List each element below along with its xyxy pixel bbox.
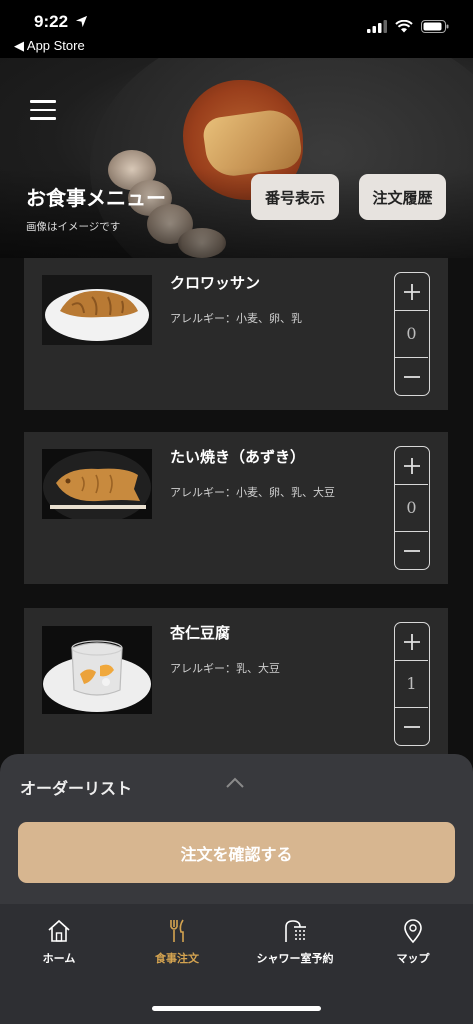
number-display-button[interactable]: 番号表示	[251, 174, 339, 220]
confirm-order-button[interactable]: 注文を確認する	[18, 822, 455, 883]
tab-food-order[interactable]: 食事注文	[122, 918, 232, 966]
minus-icon	[403, 725, 420, 728]
map-pin-icon	[404, 919, 422, 944]
plus-icon	[403, 283, 420, 300]
increase-button[interactable]	[395, 623, 428, 661]
croissant-image	[42, 275, 152, 345]
minus-icon	[403, 375, 420, 378]
menu-item-card: 杏仁豆腐 アレルギー：乳、大豆 1	[24, 608, 448, 760]
shower-icon	[285, 920, 306, 942]
decrease-button[interactable]	[395, 531, 428, 569]
tab-label: マップ	[396, 952, 430, 965]
tab-map[interactable]: マップ	[358, 918, 468, 966]
quantity-stepper: 0	[394, 446, 430, 570]
page-title: お食事メニュー	[26, 186, 166, 210]
quantity-value: 0	[406, 324, 417, 343]
image-disclaimer: 画像はイメージです	[26, 221, 121, 233]
menu-item-card: クロワッサン アレルギー：小麦、卵、乳 0	[24, 258, 448, 410]
menu-item-allergy: アレルギー：小麦、卵、乳	[170, 312, 302, 325]
plus-icon	[403, 457, 420, 474]
fork-knife-icon	[170, 919, 184, 942]
back-to-app-store[interactable]: ◀ App Store	[14, 38, 85, 54]
order-history-button[interactable]: 注文履歴	[359, 174, 446, 220]
menu-item-allergy: アレルギー：乳、大豆	[170, 662, 280, 675]
taiyaki-image	[42, 449, 152, 519]
increase-button[interactable]	[395, 447, 428, 485]
status-icons	[367, 20, 449, 33]
menu-list[interactable]: クロワッサン アレルギー：小麦、卵、乳 0 たい焼き（あずき） アレルギー：小麦…	[0, 258, 473, 778]
tab-label: 食事注文	[155, 952, 199, 965]
home-icon	[48, 919, 70, 942]
wifi-icon	[395, 20, 413, 33]
menu-item-card: たい焼き（あずき） アレルギー：小麦、卵、乳、大豆 0	[24, 432, 448, 584]
quantity-value: 0	[406, 498, 417, 517]
menu-item-allergy: アレルギー：小麦、卵、乳、大豆	[170, 486, 335, 499]
quantity-stepper: 1	[394, 622, 430, 746]
tab-home[interactable]: ホーム	[4, 918, 114, 966]
plus-icon	[403, 633, 420, 650]
order-list-title[interactable]: オーダーリスト	[20, 775, 132, 799]
battery-icon	[421, 20, 449, 33]
location-arrow-icon	[75, 15, 87, 28]
chevron-up-icon[interactable]	[226, 777, 244, 789]
menu-item-name: クロワッサン	[170, 274, 261, 292]
status-bar: 9:22 ◀ App Store	[0, 0, 473, 58]
quantity-value: 1	[406, 674, 417, 693]
signal-icon	[367, 20, 387, 33]
menu-item-name: たい焼き（あずき）	[170, 448, 306, 466]
decrease-button[interactable]	[395, 707, 428, 745]
minus-icon	[403, 549, 420, 552]
decrease-button[interactable]	[395, 357, 428, 395]
tab-shower-booking[interactable]: シャワー室予約	[240, 918, 350, 966]
status-time: 9:22	[34, 12, 88, 32]
quantity-stepper: 0	[394, 272, 430, 396]
order-list-panel: オーダーリスト 注文を確認する	[0, 754, 473, 904]
increase-button[interactable]	[395, 273, 428, 311]
tab-label: ホーム	[42, 952, 76, 965]
status-time-text: 9:22	[34, 12, 69, 31]
tab-label: シャワー室予約	[256, 952, 334, 965]
annin-tofu-image	[42, 626, 152, 714]
menu-item-name: 杏仁豆腐	[170, 624, 231, 642]
hamburger-menu-icon[interactable]	[30, 100, 56, 120]
home-indicator[interactable]	[152, 1006, 321, 1011]
